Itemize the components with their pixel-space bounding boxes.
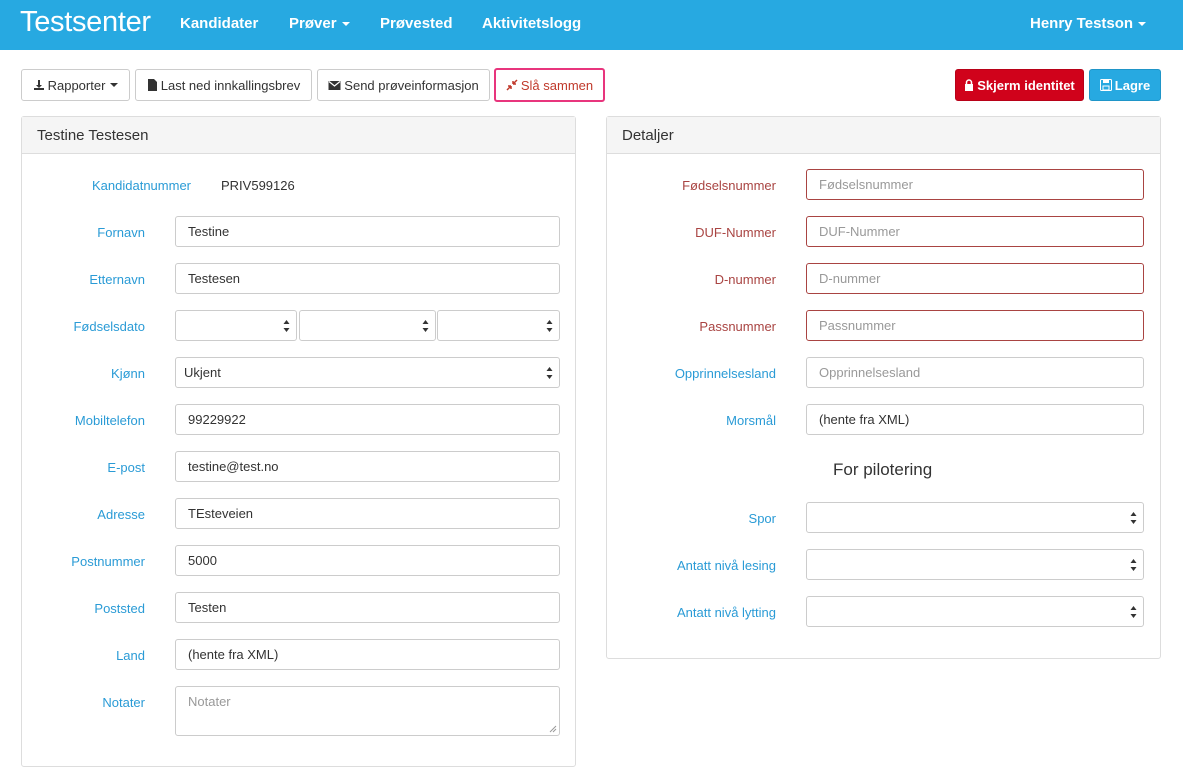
resize-grip-icon[interactable] [549, 725, 557, 733]
details-panel-title: Detaljer [607, 117, 1160, 154]
save-label: Lagre [1114, 77, 1151, 93]
dnum-input[interactable]: D-nummer [806, 263, 1144, 294]
city-label: Poststed [94, 601, 145, 616]
mobile-input[interactable]: 99229922 [175, 404, 560, 435]
candidate-panel: Testine Testesen Kandidatnummer PRIV5991… [21, 116, 576, 767]
email-input[interactable]: testine@test.no [175, 451, 560, 482]
send-info-button[interactable]: Send prøveinformasjon [317, 69, 490, 101]
first-name-label: Fornavn [97, 225, 145, 240]
ssn-label: Fødselsnummer [682, 178, 776, 193]
save-button[interactable]: Lagre [1089, 69, 1161, 101]
chevron-down-icon [1138, 22, 1147, 27]
select-arrows-icon [422, 320, 429, 332]
mobile-label: Mobiltelefon [74, 413, 145, 428]
select-arrows-icon [1130, 512, 1137, 524]
duf-input[interactable]: DUF-Nummer [806, 216, 1144, 247]
country-label: Land [116, 648, 145, 663]
details-panel: Detaljer Fødselsnummer Fødselsnummer DUF… [606, 116, 1161, 659]
reading-level-select[interactable] [806, 549, 1144, 580]
chevron-down-icon [341, 22, 350, 27]
user-menu[interactable]: Henry Testson [1030, 15, 1147, 32]
notes-label: Notater [102, 695, 145, 710]
nav-aktivitetslogg[interactable]: Aktivitetslogg [482, 15, 581, 32]
envelope-icon [328, 80, 341, 90]
origin-label: Opprinnelsesland [674, 366, 776, 381]
select-arrows-icon [1130, 559, 1137, 571]
nav-provested[interactable]: Prøvested [380, 15, 453, 32]
dnum-label: D-nummer [714, 272, 776, 287]
download-icon [33, 80, 44, 90]
compress-icon [506, 79, 518, 91]
origin-input[interactable]: Opprinnelsesland [806, 357, 1144, 388]
nav-prover[interactable]: Prøver [289, 15, 350, 32]
send-info-label: Send prøveinformasjon [344, 77, 479, 93]
gender-label: Kjønn [111, 366, 145, 381]
birthdate-label: Fødselsdato [73, 319, 145, 334]
floppy-disk-icon [1099, 79, 1112, 91]
dnum-placeholder: D-nummer [819, 271, 881, 286]
chevron-down-icon [110, 83, 119, 87]
gender-value: Ukjent [184, 365, 221, 380]
reports-dropdown-button[interactable]: Rapporter [21, 69, 130, 101]
nav-prover-label: Prøver [289, 15, 337, 32]
notes-textarea[interactable]: Notater [175, 686, 560, 736]
reading-level-label: Antatt nivå lesing [676, 558, 776, 573]
select-arrows-icon [283, 320, 290, 332]
address-input[interactable]: TEsteveien [175, 498, 560, 529]
origin-placeholder: Opprinnelsesland [819, 365, 921, 380]
passport-input[interactable]: Passnummer [806, 310, 1144, 341]
pilot-section-title: For pilotering [833, 460, 933, 479]
last-name-label: Etternavn [89, 272, 145, 287]
mother-tongue-label: Morsmål [726, 413, 776, 428]
city-input[interactable]: Testen [175, 592, 560, 623]
download-letter-label: Last ned innkallingsbrev [160, 77, 301, 93]
track-select[interactable] [806, 502, 1144, 533]
candidate-number-value: PRIV599126 [221, 178, 295, 193]
nav-kandidater[interactable]: Kandidater [180, 15, 258, 32]
ssn-placeholder: Fødselsnummer [819, 177, 913, 192]
birth-day-select[interactable] [175, 310, 297, 341]
listening-level-select[interactable] [806, 596, 1144, 627]
listening-level-label: Antatt nivå lytting [677, 605, 776, 620]
merge-label: Slå sammen [520, 77, 594, 93]
country-input[interactable]: (hente fra XML) [175, 639, 560, 670]
first-name-input[interactable]: Testine [175, 216, 560, 247]
notes-placeholder: Notater [188, 694, 231, 709]
track-label: Spor [748, 511, 776, 526]
top-navbar: Testsenter Kandidater Prøver Prøvested A… [0, 0, 1183, 50]
postal-code-label: Postnummer [71, 554, 145, 569]
last-name-input[interactable]: Testesen [175, 263, 560, 294]
select-arrows-icon [1130, 606, 1137, 618]
lock-icon [965, 79, 974, 91]
duf-placeholder: DUF-Nummer [819, 224, 900, 239]
duf-label: DUF-Nummer [695, 225, 776, 240]
reports-label: Rapporter [47, 77, 106, 93]
candidate-number-label: Kandidatnummer [92, 178, 191, 193]
passport-label: Passnummer [699, 319, 776, 334]
passport-placeholder: Passnummer [819, 318, 896, 333]
shield-identity-button[interactable]: Skjerm identitet [955, 69, 1084, 101]
shield-identity-label: Skjerm identitet [977, 77, 1075, 93]
email-label: E-post [107, 460, 145, 475]
brand-logo[interactable]: Testsenter [20, 6, 151, 39]
merge-button[interactable]: Slå sammen [494, 68, 605, 102]
select-arrows-icon [546, 367, 553, 379]
birth-month-select[interactable] [299, 310, 436, 341]
gender-select[interactable]: Ukjent [175, 357, 560, 388]
address-label: Adresse [97, 507, 145, 522]
mother-tongue-input[interactable]: (hente fra XML) [806, 404, 1144, 435]
candidate-panel-title: Testine Testesen [22, 117, 575, 154]
postal-code-input[interactable]: 5000 [175, 545, 560, 576]
select-arrows-icon [546, 320, 553, 332]
file-icon [147, 79, 157, 91]
birth-year-select[interactable] [437, 310, 560, 341]
user-name: Henry Testson [1030, 15, 1134, 32]
ssn-input[interactable]: Fødselsnummer [806, 169, 1144, 200]
download-letter-button[interactable]: Last ned innkallingsbrev [135, 69, 312, 101]
